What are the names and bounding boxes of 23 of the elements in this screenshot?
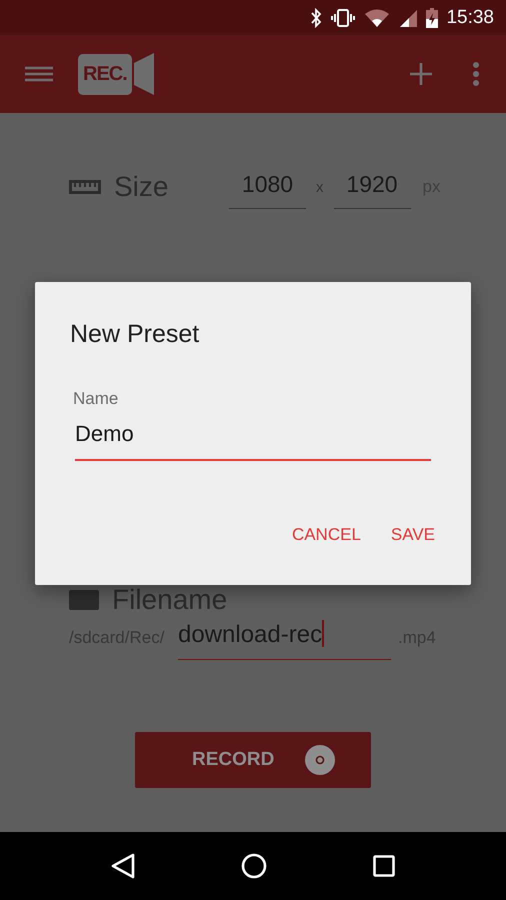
record-button[interactable]: RECORD xyxy=(135,732,371,788)
menu-icon[interactable] xyxy=(24,64,54,84)
battery-icon xyxy=(426,8,438,28)
field-label: Name xyxy=(73,389,120,409)
signal-icon xyxy=(398,8,418,28)
vibrate-icon xyxy=(330,8,356,28)
back-icon[interactable] xyxy=(111,853,135,879)
bluetooth-icon xyxy=(310,8,322,28)
more-icon[interactable] xyxy=(472,61,480,87)
status-time: 15:38 xyxy=(446,6,494,28)
ruler-icon xyxy=(69,179,101,195)
height-field[interactable]: 1920 xyxy=(334,171,410,209)
add-icon[interactable] xyxy=(410,63,432,85)
name-field[interactable]: Demo xyxy=(75,421,431,461)
cancel-button[interactable]: CANCEL xyxy=(292,521,361,549)
wifi-icon xyxy=(364,8,390,28)
recents-icon[interactable] xyxy=(373,855,395,877)
dialog-title: New Preset xyxy=(70,320,200,349)
home-icon[interactable] xyxy=(241,853,267,879)
record-icon xyxy=(305,745,335,775)
save-button[interactable]: SAVE xyxy=(390,521,435,549)
width-field[interactable]: 1080 xyxy=(229,171,306,209)
filename-field[interactable]: download-rec xyxy=(178,620,391,660)
